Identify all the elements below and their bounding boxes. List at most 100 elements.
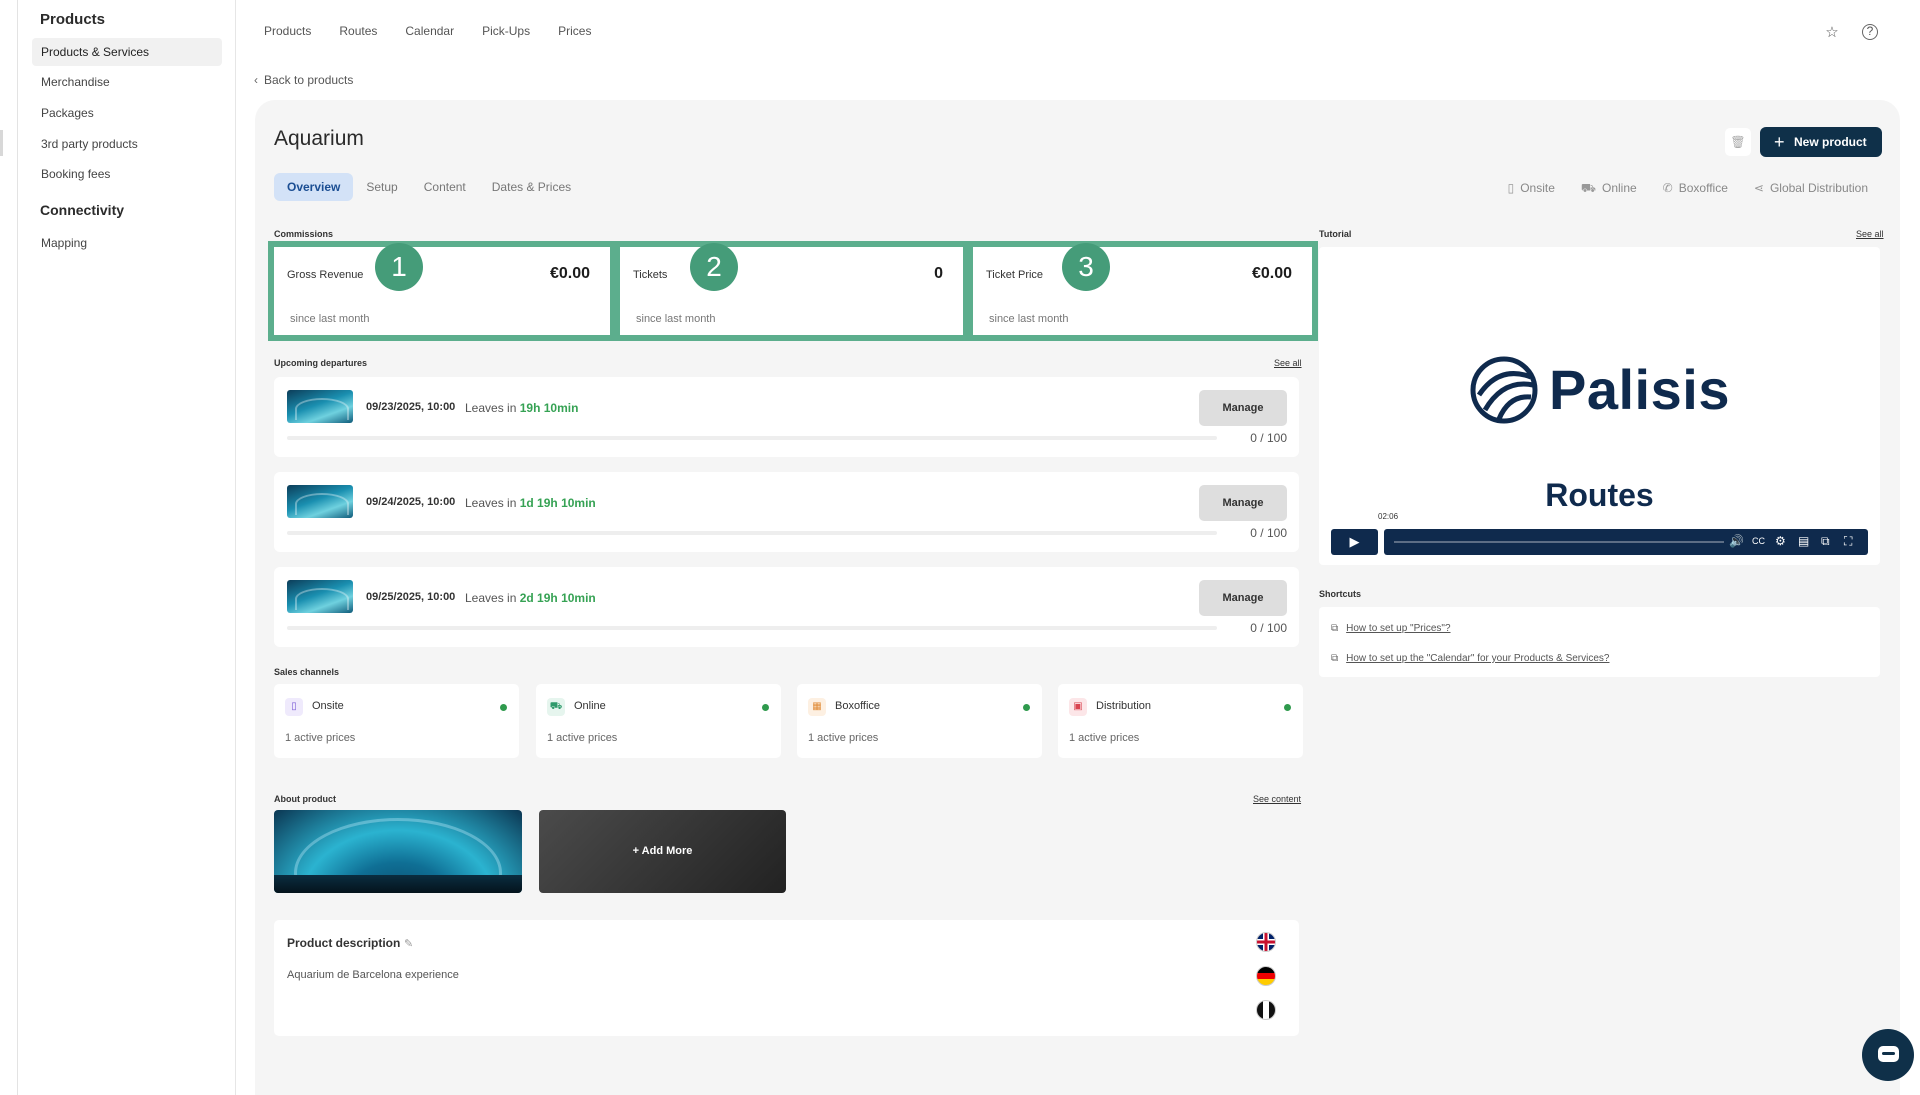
- external-link-icon: ⧉: [1331, 653, 1339, 664]
- sidebar-item-products-services[interactable]: Products & Services: [32, 38, 222, 66]
- product-description-card: Product description ✎ Aquarium de Barcel…: [274, 920, 1299, 1036]
- sales-channel-onsite[interactable]: ▯ Onsite 1 active prices: [274, 684, 519, 758]
- tab-setup[interactable]: Setup: [353, 173, 410, 201]
- product-tabs: Overview Setup Content Dates & Prices: [274, 173, 584, 201]
- new-product-button[interactable]: + New product: [1760, 127, 1882, 157]
- delete-button[interactable]: 🗑: [1725, 128, 1751, 156]
- sidebar-item-3rd-party[interactable]: 3rd party products: [32, 130, 222, 158]
- metric-card-ticket-price: Ticket Price €0.00 since last month: [969, 241, 1318, 341]
- external-link-icon: ⧉: [1331, 623, 1339, 634]
- tab-content[interactable]: Content: [411, 173, 479, 201]
- nav-routes[interactable]: Routes: [339, 24, 377, 38]
- sidebar-item-mapping[interactable]: Mapping: [32, 229, 222, 257]
- sales-channel-online[interactable]: ⛟ Online 1 active prices: [536, 684, 781, 758]
- departure-row: 09/23/2025, 10:00 Leaves in 19h 10min Ma…: [274, 377, 1299, 457]
- leaves-prefix: Leaves in: [465, 496, 517, 510]
- sidebar-item-merchandise[interactable]: Merchandise: [32, 68, 222, 96]
- chat-icon: [1878, 1046, 1899, 1062]
- new-product-label: New product: [1794, 135, 1867, 149]
- uk-flag-icon[interactable]: [1256, 932, 1276, 952]
- video-player-controls: ▶ 02:06 🔊 CC ⚙ ▤ ⧉ ⛶: [1331, 512, 1868, 555]
- channel-link-label: Onsite: [1520, 181, 1555, 195]
- metric-label: Tickets: [633, 269, 668, 281]
- nav-calendar[interactable]: Calendar: [405, 24, 454, 38]
- back-to-products-link[interactable]: ‹ Back to products: [254, 73, 353, 87]
- top-nav: Products Routes Calendar Pick-Ups Prices: [264, 24, 619, 38]
- nav-pickups[interactable]: Pick-Ups: [482, 24, 530, 38]
- image-floor: [274, 875, 522, 893]
- status-dot: [1284, 704, 1291, 711]
- edit-pencil-icon[interactable]: ✎: [404, 937, 413, 950]
- nav-products[interactable]: Products: [264, 24, 311, 38]
- see-content-link[interactable]: See content: [1253, 794, 1301, 804]
- channel-link-onsite[interactable]: ▯ Onsite: [1508, 181, 1555, 197]
- capacity-count: 0 / 100: [1250, 526, 1287, 540]
- shortcuts-label: Shortcuts: [1319, 589, 1362, 599]
- rail-indicator: [0, 130, 3, 156]
- tutorial-video[interactable]: Palisis Routes ▶ 02:06 🔊 CC ⚙ ▤ ⧉ ⛶: [1319, 247, 1880, 565]
- status-dot: [762, 704, 769, 711]
- leaves-time: 19h 10min: [519, 401, 579, 415]
- captions-icon[interactable]: CC: [1752, 536, 1765, 546]
- tab-overview[interactable]: Overview: [274, 173, 354, 201]
- video-progress-track[interactable]: 02:06 🔊 CC ⚙ ▤ ⧉ ⛶: [1378, 512, 1868, 555]
- departures-see-all-link[interactable]: See all: [1274, 358, 1302, 368]
- annotation-badge-3: 3: [1062, 243, 1110, 291]
- tab-dates-prices[interactable]: Dates & Prices: [479, 173, 584, 201]
- shortcut-label: How to set up the "Calendar" for your Pr…: [1346, 653, 1610, 664]
- add-more-button[interactable]: + Add More: [539, 810, 786, 893]
- cart-icon: ⛟: [1580, 181, 1596, 195]
- fullscreen-icon[interactable]: ⛶: [1844, 534, 1852, 549]
- sidebar-item-packages[interactable]: Packages: [32, 99, 222, 127]
- brand-name: Palisis: [1549, 358, 1730, 421]
- shortcuts-card: ⧉ How to set up "Prices"? ⧉ How to set up …: [1319, 607, 1880, 677]
- tutorial-see-all-link[interactable]: See all: [1856, 229, 1884, 239]
- play-icon[interactable]: ▶: [1331, 529, 1378, 555]
- volume-icon[interactable]: 🔊: [1729, 534, 1744, 548]
- language-flag-icon[interactable]: [1256, 1000, 1276, 1020]
- sales-channels-label: Sales channels: [274, 667, 340, 677]
- plus-icon: +: [1774, 132, 1785, 152]
- channel-sub: 1 active prices: [285, 732, 356, 744]
- departure-date: 09/24/2025, 10:00: [366, 496, 456, 508]
- sales-channel-boxoffice[interactable]: ▦ Boxoffice 1 active prices: [797, 684, 1042, 758]
- annotation-badge-2: 2: [690, 243, 738, 291]
- departure-leaves: Leaves in 2d 19h 10min: [465, 591, 596, 605]
- sidebar-section-products: Products: [40, 11, 106, 28]
- channel-link-global-distribution[interactable]: ⋖ Global Distribution: [1754, 181, 1868, 197]
- cart-icon: ⛟: [547, 698, 565, 716]
- manage-button[interactable]: Manage: [1199, 390, 1287, 426]
- description-text: Aquarium de Barcelona experience: [287, 969, 459, 981]
- sidebar: Products Products & Services Merchandise…: [18, 0, 236, 1095]
- nav-prices[interactable]: Prices: [558, 24, 591, 38]
- departure-thumbnail: [287, 485, 353, 518]
- leaves-prefix: Leaves in: [465, 401, 517, 415]
- manage-button[interactable]: Manage: [1199, 580, 1287, 616]
- description-title: Product description: [287, 936, 401, 950]
- shortcut-link-calendar[interactable]: ⧉ How to set up the "Calendar" for your P…: [1331, 653, 1609, 664]
- departure-row: 09/25/2025, 10:00 Leaves in 2d 19h 10min…: [274, 567, 1299, 647]
- departure-row: 09/24/2025, 10:00 Leaves in 1d 19h 10min…: [274, 472, 1299, 552]
- sales-channel-distribution[interactable]: ▣ Distribution 1 active prices: [1058, 684, 1303, 758]
- channel-link-online[interactable]: ⛟ Online: [1581, 181, 1637, 197]
- shortcut-label: How to set up "Prices"?: [1346, 623, 1451, 634]
- metric-card-tickets: Tickets 0 since last month: [616, 241, 969, 341]
- settings-gear-icon[interactable]: ⚙: [1775, 534, 1786, 548]
- german-flag-icon[interactable]: [1256, 966, 1276, 986]
- channel-link-label: Online: [1601, 181, 1637, 195]
- trash-icon: 🗑: [1730, 135, 1746, 149]
- store-icon: ▦: [808, 698, 826, 716]
- shortcut-link-prices[interactable]: ⧉ How to set up "Prices"?: [1331, 623, 1451, 634]
- product-image[interactable]: [274, 810, 522, 893]
- manage-button[interactable]: Manage: [1199, 485, 1287, 521]
- channel-link-boxoffice[interactable]: ✆ Boxoffice: [1663, 181, 1728, 197]
- star-icon[interactable]: ☆: [1823, 24, 1841, 42]
- chat-support-button[interactable]: [1862, 1029, 1914, 1081]
- sidebar-item-booking-fees[interactable]: Booking fees: [32, 160, 222, 188]
- metric-value: €0.00: [549, 265, 590, 282]
- pip-icon[interactable]: ⧉: [1821, 534, 1830, 549]
- help-icon[interactable]: ?: [1862, 24, 1878, 40]
- metric-label: Gross Revenue: [287, 269, 364, 281]
- palisis-logo-icon: [1470, 356, 1538, 424]
- transcript-icon[interactable]: ▤: [1798, 534, 1809, 548]
